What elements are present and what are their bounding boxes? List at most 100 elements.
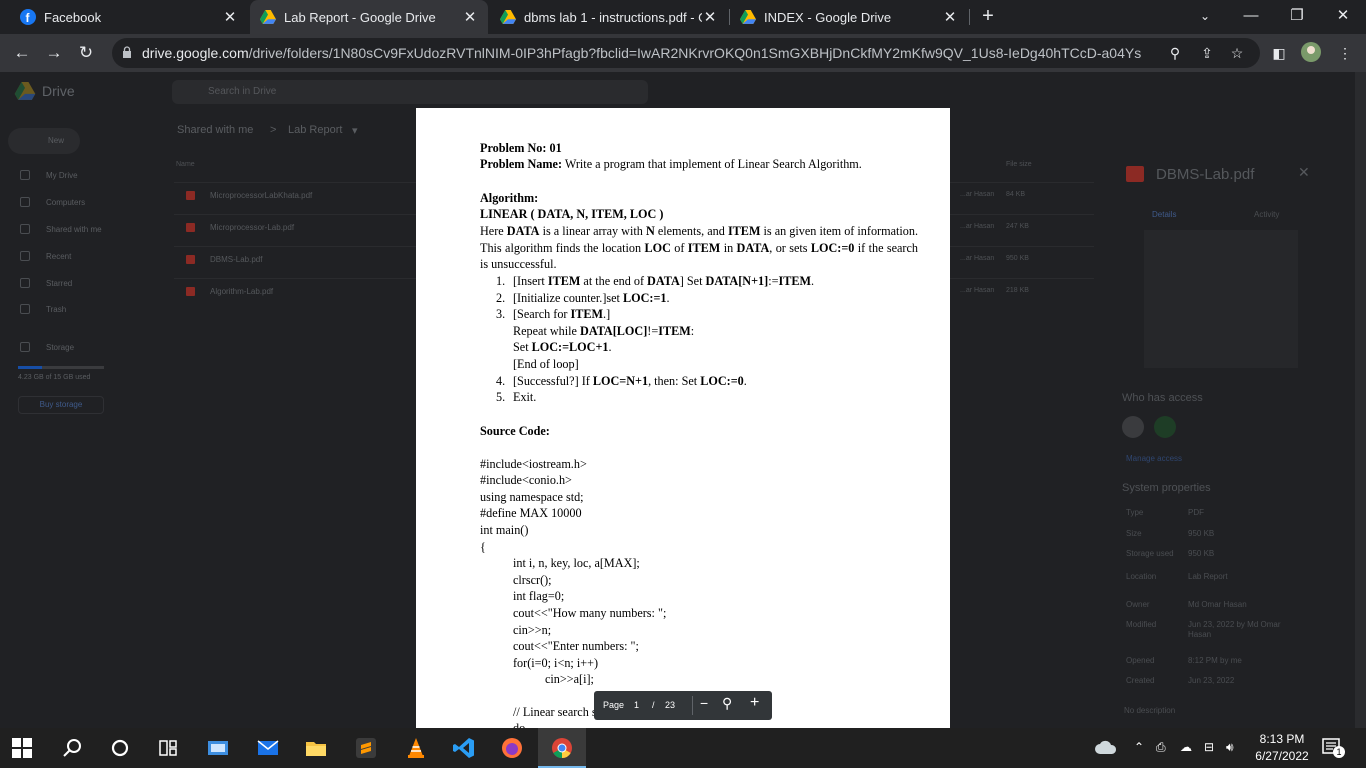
- sidebar-item-shared[interactable]: Shared with me: [20, 224, 102, 234]
- task-view-icon[interactable]: [156, 736, 180, 760]
- file-explorer-icon[interactable]: [304, 736, 328, 760]
- close-icon[interactable]: ✕: [222, 8, 238, 26]
- prop-value: Md Omar Hasan: [1188, 600, 1247, 609]
- zoom-out-icon[interactable]: −: [700, 695, 708, 711]
- prop-value: 950 KB: [1188, 549, 1215, 558]
- windows-start-icon[interactable]: [12, 738, 32, 758]
- page-number-input[interactable]: 1: [634, 700, 639, 710]
- sidebar-item-starred[interactable]: Starred: [20, 278, 72, 288]
- reload-button[interactable]: ↻: [74, 41, 98, 65]
- remote-desktop-icon[interactable]: [206, 736, 230, 760]
- notification-icon[interactable]: 1: [1322, 738, 1345, 758]
- step-text: Set LOC:=LOC+1.: [513, 340, 612, 354]
- manage-access-link[interactable]: Manage access: [1126, 454, 1182, 463]
- star-icon[interactable]: ☆: [1228, 44, 1246, 62]
- minimize-button[interactable]: —: [1228, 0, 1274, 34]
- more-menu-icon[interactable]: ⋮: [1334, 42, 1356, 64]
- cortana-icon[interactable]: [108, 736, 132, 760]
- code-line: for(i=0; i<n; i++): [513, 656, 599, 670]
- close-icon[interactable]: ✕: [462, 8, 478, 26]
- step-text: Exit.: [513, 390, 537, 404]
- breadcrumb-caret[interactable]: ▾: [352, 124, 358, 137]
- volume-icon[interactable]: 🔊︎: [1226, 740, 1234, 755]
- linear-signature: LINEAR ( DATA, N, ITEM, LOC ): [480, 207, 664, 221]
- tab-index[interactable]: INDEX - Google Drive ✕: [730, 0, 968, 34]
- sublime-text-icon[interactable]: [354, 736, 378, 760]
- zoom-icon[interactable]: ⚲: [722, 695, 732, 712]
- meet-now-icon[interactable]: ⎙: [1156, 740, 1166, 755]
- tab-search-icon[interactable]: ⌄: [1182, 0, 1228, 34]
- tab-lab-report[interactable]: Lab Report - Google Drive ✕: [250, 0, 488, 34]
- page-label: Page: [603, 700, 625, 710]
- profile-avatar[interactable]: [1300, 42, 1322, 64]
- right-scrollbar[interactable]: [1355, 72, 1366, 728]
- forward-button[interactable]: →: [42, 41, 66, 65]
- breadcrumb-folder[interactable]: Lab Report: [288, 124, 342, 136]
- close-icon[interactable]: ✕: [942, 8, 958, 26]
- sidebar-item-my-drive[interactable]: My Drive: [20, 170, 78, 180]
- search-icon[interactable]: [60, 736, 84, 760]
- new-tab-button[interactable]: +: [977, 5, 999, 27]
- step-number: 2.: [496, 291, 506, 305]
- breadcrumb-root[interactable]: Shared with me: [177, 124, 253, 136]
- vlc-icon[interactable]: [404, 736, 428, 760]
- pdf-icon: [186, 255, 195, 264]
- close-icon[interactable]: ✕: [702, 8, 718, 26]
- problem-name-line: Problem Name: Write a program that imple…: [480, 157, 862, 171]
- google-drive-icon: [740, 10, 756, 24]
- side-panel-icon[interactable]: ◧: [1268, 42, 1290, 64]
- new-button[interactable]: New: [8, 128, 80, 154]
- storage-bar: [18, 366, 104, 369]
- code-line: using namespace std;: [480, 490, 584, 504]
- prop-label: Owner: [1126, 600, 1150, 609]
- code-line: clrscr();: [513, 573, 552, 587]
- prop-value: 950 KB: [1188, 529, 1215, 538]
- clock[interactable]: 8:13 PM 6/27/2022: [1254, 731, 1310, 765]
- drive-logo: Drive: [14, 82, 75, 100]
- browser-tab-strip: f Facebook ✕ Lab Report - Google Drive ✕…: [0, 0, 1366, 34]
- zoom-icon[interactable]: ⚲: [1166, 44, 1184, 62]
- buy-storage-button[interactable]: Buy storage: [18, 396, 104, 414]
- share-icon[interactable]: ⇪: [1198, 44, 1216, 62]
- name-column-header[interactable]: Name: [176, 161, 195, 168]
- google-drive-icon: [500, 10, 516, 24]
- sidebar-item-computers[interactable]: Computers: [20, 197, 85, 207]
- facebook-icon: f: [20, 9, 36, 25]
- link-icon: [1154, 416, 1176, 438]
- zoom-in-icon[interactable]: +: [750, 694, 759, 712]
- tab-title: dbms lab 1 - instructions.pdf - G: [524, 9, 702, 25]
- sidebar-item-trash[interactable]: Trash: [20, 304, 66, 314]
- size-column-header[interactable]: File size: [1006, 161, 1032, 168]
- network-icon[interactable]: ⊟: [1204, 740, 1214, 754]
- step-text: [Insert ITEM at the end of DATA] Set DAT…: [513, 274, 815, 288]
- step-text: [Initialize counter.]set LOC:=1.: [513, 291, 670, 305]
- tab-dbms-lab-instructions[interactable]: dbms lab 1 - instructions.pdf - G ✕: [490, 0, 728, 34]
- mail-icon[interactable]: [256, 736, 280, 760]
- onedrive-icon[interactable]: ☁: [1180, 740, 1192, 754]
- tab-details[interactable]: Details: [1152, 210, 1176, 219]
- code-line: cin>>a[i];: [545, 672, 594, 686]
- sidebar-item-recent[interactable]: Recent: [20, 251, 71, 261]
- tab-activity[interactable]: Activity: [1254, 210, 1279, 219]
- chevron-up-icon[interactable]: ⌃: [1134, 740, 1144, 754]
- address-bar[interactable]: drive.google.com/drive/folders/1N80sCv9F…: [112, 38, 1260, 68]
- prop-label: Type: [1126, 508, 1144, 517]
- prop-label: Modified: [1126, 620, 1157, 629]
- vscode-icon[interactable]: [452, 736, 476, 760]
- firefox-icon[interactable]: [500, 736, 524, 760]
- close-icon[interactable]: ✕: [1298, 164, 1310, 181]
- storage-used-text: 4.23 GB of 15 GB used: [18, 374, 91, 381]
- back-button[interactable]: ←: [10, 41, 34, 65]
- step-text: Repeat while DATA[LOC]!=ITEM:: [513, 324, 695, 338]
- weather-cloud-icon[interactable]: [1094, 737, 1118, 757]
- code-line: int i, n, key, loc, a[MAX];: [513, 556, 640, 570]
- sidebar-item-storage[interactable]: Storage: [20, 342, 74, 352]
- source-code-heading: Source Code:: [480, 424, 550, 438]
- tab-facebook[interactable]: f Facebook ✕: [10, 0, 248, 34]
- restore-button[interactable]: ❐: [1274, 0, 1320, 34]
- close-window-button[interactable]: ✕: [1320, 0, 1366, 34]
- drive-search-input[interactable]: Search in Drive: [172, 80, 648, 104]
- code-line: cout<<"How many numbers: ";: [513, 606, 667, 620]
- page-control: Page 1 / 23 − ⚲ +: [594, 691, 772, 720]
- chrome-icon[interactable]: [550, 736, 574, 760]
